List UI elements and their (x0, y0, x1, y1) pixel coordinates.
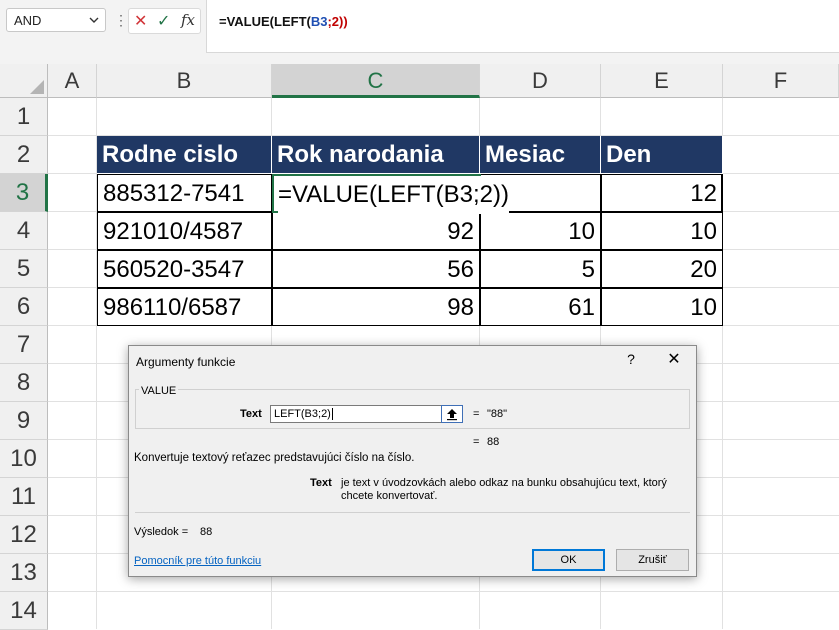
table-cell[interactable]: 560520-3547 (97, 250, 272, 288)
column-header-d[interactable]: D (480, 64, 601, 98)
table-cell[interactable]: 885312-7541 (97, 174, 272, 212)
formula-bar[interactable]: =VALUE(LEFT(B3;2)) (206, 0, 839, 53)
header-mesiac[interactable]: Mesiac (480, 136, 601, 174)
table-cell[interactable]: 10 (601, 212, 723, 250)
formula-ref: B3 (310, 14, 328, 29)
column-header-e[interactable]: E (601, 64, 723, 98)
row-header-3[interactable]: 3 (0, 174, 48, 212)
formula-text: =VALUE(LEFT(B3;2)) (219, 14, 348, 29)
collapse-arrow-icon (447, 409, 457, 421)
collapse-dialog-button[interactable] (441, 405, 463, 423)
table-cell[interactable]: 921010/4587 (97, 212, 272, 250)
argument-text-value: LEFT(B3;2) (274, 408, 331, 420)
function-equals: = (473, 436, 480, 448)
column-header-a[interactable]: A (48, 64, 97, 98)
function-description: Konvertuje textový reťazec predstavujúci… (134, 452, 415, 464)
name-box-value: AND (14, 13, 42, 28)
name-box[interactable]: AND (6, 8, 106, 32)
argument-label: Text (240, 408, 262, 420)
table-cell[interactable]: 986110/6587 (97, 288, 272, 326)
formula-sep: ;2 (327, 14, 340, 29)
row-header-10[interactable]: 10 (0, 440, 48, 478)
table-cell[interactable]: 20 (601, 250, 723, 288)
cancel-button[interactable]: Zrušiť (616, 549, 689, 571)
dialog-divider (135, 512, 690, 513)
chevron-down-icon[interactable] (87, 12, 101, 28)
table-cell[interactable]: 12 (601, 174, 723, 212)
table-cell[interactable]: 98 (272, 288, 480, 326)
row-header-5[interactable]: 5 (0, 250, 48, 288)
column-header-c[interactable]: C (272, 64, 480, 98)
row-header-6[interactable]: 6 (0, 288, 48, 326)
insert-function-icon[interactable]: fx (181, 11, 195, 29)
row-header-4[interactable]: 4 (0, 212, 48, 250)
formula-prefix: =VALUE(LEFT( (219, 14, 311, 29)
row-header-7[interactable]: 7 (0, 326, 48, 364)
header-den[interactable]: Den (601, 136, 723, 174)
formula-close: )) (339, 14, 348, 29)
header-rodne-cislo[interactable]: Rodne cislo (97, 136, 272, 174)
argument-help-label: Text (310, 477, 332, 489)
row-header-14[interactable]: 14 (0, 592, 48, 630)
table-cell[interactable]: 61 (480, 288, 601, 326)
select-all-corner[interactable] (0, 64, 48, 98)
row-header-1[interactable]: 1 (0, 98, 48, 136)
close-icon[interactable]: ✕ (664, 351, 684, 371)
header-rok-narodania[interactable]: Rok narodania (272, 136, 480, 174)
row-header-11[interactable]: 11 (0, 478, 48, 516)
formula-buttons: ✕ ✓ fx (128, 8, 201, 34)
table-cell[interactable]: 10 (601, 288, 723, 326)
active-cell-formula: =VALUE(LEFT(B3;2)) (278, 176, 509, 214)
argument-text-field[interactable]: LEFT(B3;2) (270, 405, 463, 423)
formula-result-value: 88 (200, 526, 213, 538)
help-on-function-link[interactable]: Pomocník pre túto funkciu (134, 555, 261, 567)
argument-equals: = (473, 408, 480, 420)
function-name-label: VALUE (139, 385, 179, 397)
function-result: 88 (487, 436, 500, 448)
formula-toolbar: AND ⋮ ✕ ✓ fx =VALUE(LEFT(B3;2)) (0, 0, 839, 64)
more-options-icon[interactable]: ⋮ (114, 9, 128, 31)
argument-result: "88" (487, 408, 508, 420)
active-cell-c3[interactable]: =VALUE(LEFT(B3;2)) (272, 174, 509, 214)
column-header-b[interactable]: B (97, 64, 272, 98)
help-icon[interactable]: ? (623, 351, 639, 369)
argument-help-text: je text v úvodzovkách alebo odkaz na bun… (341, 477, 667, 502)
row-header-13[interactable]: 13 (0, 554, 48, 592)
row-header-8[interactable]: 8 (0, 364, 48, 402)
dialog-title: Argumenty funkcie (136, 355, 236, 369)
function-arguments-dialog: Argumenty funkcie ? ✕ VALUE Text LEFT(B3… (128, 345, 697, 577)
table-cell[interactable]: 92 (272, 212, 480, 250)
table-cell[interactable]: 56 (272, 250, 480, 288)
formula-result-label: Výsledok = (134, 526, 189, 538)
row-header-9[interactable]: 9 (0, 402, 48, 440)
ok-button[interactable]: OK (532, 549, 605, 571)
table-cell[interactable]: 10 (480, 212, 601, 250)
column-header-f[interactable]: F (723, 64, 839, 98)
table-cell[interactable]: 5 (480, 250, 601, 288)
enter-icon[interactable]: ✓ (157, 11, 170, 31)
row-header-12[interactable]: 12 (0, 516, 48, 554)
row-header-2[interactable]: 2 (0, 136, 48, 174)
cancel-icon[interactable]: ✕ (134, 11, 147, 31)
